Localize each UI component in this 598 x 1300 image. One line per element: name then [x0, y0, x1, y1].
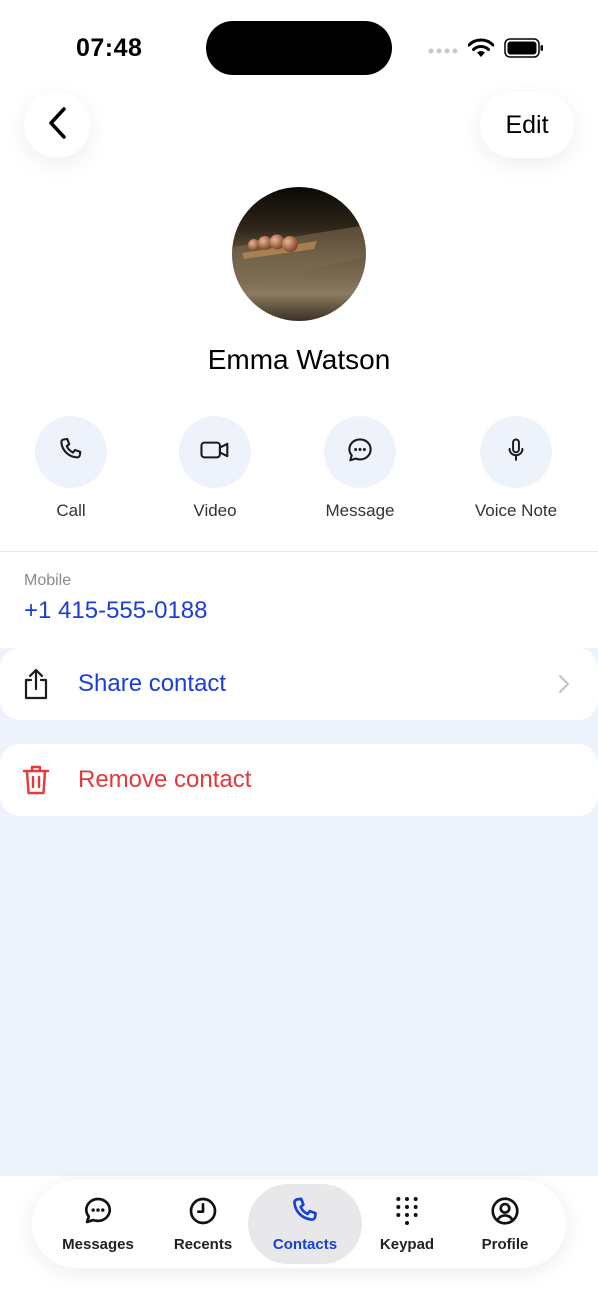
tab-contacts-label: Contacts: [272, 1236, 338, 1253]
video-label: Video: [193, 501, 237, 520]
back-button[interactable]: [24, 92, 90, 158]
video-button[interactable]: [179, 416, 251, 488]
mobile-number[interactable]: +1 415-555-0188: [24, 597, 208, 625]
trash-icon: [22, 764, 50, 796]
call-button[interactable]: [35, 416, 107, 488]
status-indicators: [428, 38, 544, 63]
tab-keypad-label: Keypad: [379, 1236, 435, 1253]
share-icon: [22, 668, 50, 700]
clock-icon: [187, 1195, 219, 1232]
chevron-right-icon: [558, 674, 570, 699]
tab-keypad[interactable]: Keypad: [362, 1184, 452, 1264]
tab-messages-label: Messages: [62, 1236, 134, 1253]
options-background: [0, 648, 598, 1180]
dynamic-island: [206, 21, 392, 75]
call-label: Call: [56, 501, 86, 520]
contact-name: Emma Watson: [207, 344, 391, 375]
signal-icon: [428, 42, 458, 60]
tab-recents[interactable]: Recents: [158, 1184, 248, 1264]
tab-messages[interactable]: Messages: [48, 1184, 148, 1264]
message-button[interactable]: [324, 416, 396, 488]
mobile-label: Mobile: [24, 572, 72, 589]
call-action[interactable]: Call: [11, 416, 131, 521]
tab-contacts[interactable]: Contacts: [248, 1184, 362, 1264]
video-icon: [199, 435, 231, 470]
tab-bar: Messages Recents Contacts Keypad Profile: [32, 1180, 566, 1268]
tab-profile[interactable]: Profile: [460, 1184, 550, 1264]
share-contact-label: Share contact: [78, 670, 227, 697]
profile-icon: [489, 1195, 521, 1232]
quick-actions: Call Video Message Voice Note: [0, 416, 598, 526]
message-icon: [82, 1195, 114, 1232]
edit-button[interactable]: Edit: [480, 92, 574, 158]
mobile-detail[interactable]: Mobile +1 415-555-0188: [0, 552, 598, 648]
tab-recents-label: Recents: [173, 1236, 233, 1253]
status-bar: 07:48: [0, 0, 598, 90]
remove-contact-button[interactable]: Remove contact: [0, 744, 598, 816]
video-action[interactable]: Video: [155, 416, 275, 521]
phone-icon: [56, 435, 86, 470]
wifi-icon: [467, 38, 495, 63]
status-time: 07:48: [76, 34, 143, 62]
voice-note-label: Voice Note: [474, 501, 558, 520]
battery-icon: [504, 38, 544, 63]
keypad-icon: [391, 1195, 423, 1232]
remove-contact-label: Remove contact: [78, 766, 252, 793]
message-icon: [345, 435, 375, 470]
message-action[interactable]: Message: [300, 416, 420, 521]
message-label: Message: [325, 501, 395, 520]
voice-note-action[interactable]: Voice Note: [456, 416, 576, 521]
tab-profile-label: Profile: [481, 1236, 529, 1253]
phone-icon: [289, 1195, 321, 1232]
voice-note-button[interactable]: [480, 416, 552, 488]
chevron-left-icon: [46, 106, 68, 145]
avatar: [232, 187, 366, 321]
share-contact-button[interactable]: Share contact: [0, 648, 598, 720]
mic-icon: [502, 435, 530, 470]
